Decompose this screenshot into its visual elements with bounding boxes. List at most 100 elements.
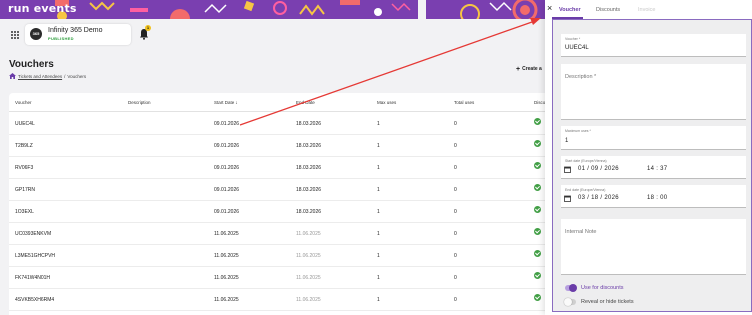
column-header-description[interactable]: Description: [128, 100, 151, 105]
cell-end-date: 18.03.2026: [296, 187, 322, 193]
reveal-hide-tickets-toggle[interactable]: [564, 298, 576, 306]
table-row[interactable]: FK741W4N01H 11.06.2025 11.06.2025 1 0: [9, 267, 554, 289]
cell-voucher: RV06F3: [15, 165, 34, 171]
brand-logo[interactable]: run events: [8, 2, 77, 15]
max-uses-label: Maximum uses *: [565, 129, 591, 133]
cell-max-uses: 1: [377, 121, 380, 127]
notification-badge: 1: [145, 25, 151, 31]
cell-end-date: 18.03.2026: [296, 121, 322, 127]
column-header-start-date[interactable]: Start Date↓: [214, 100, 238, 106]
use-for-discounts-label: Use for discounts: [581, 285, 624, 291]
voucher-code-field[interactable]: Voucher * UUEC4L: [561, 34, 746, 57]
cell-max-uses: 1: [377, 253, 380, 259]
description-field[interactable]: Description *: [561, 64, 746, 120]
cell-max-uses: 1: [377, 209, 380, 215]
cell-start-date: 09.01.2026: [214, 209, 240, 215]
end-time-value: 18 : 00: [647, 195, 668, 201]
table-row[interactable]: 4SVKB5XH6RM4 11.06.2025 11.06.2025 1 0: [9, 289, 554, 311]
toggle-knob: [569, 284, 577, 292]
cell-total-uses: 0: [454, 275, 457, 281]
cell-start-date: 11.06.2025: [214, 297, 239, 303]
start-date-field[interactable]: Start date (Europe/Vienna) 01 / 09 / 202…: [561, 156, 746, 179]
table-row[interactable]: L3ME51GHCPVH 11.06.2025 11.06.2025 1 0: [9, 245, 554, 267]
internal-note-label: Internal Note: [565, 229, 597, 235]
voucher-side-panel: × Voucher Discounts Invoice Voucher * UU…: [545, 0, 752, 315]
create-voucher-label: Create a: [522, 66, 542, 72]
voucher-code-value: UUEC4L: [565, 45, 589, 51]
cell-max-uses: 1: [377, 297, 380, 303]
check-circle-icon: [534, 206, 541, 213]
check-circle-icon: [534, 272, 541, 279]
cell-max-uses: 1: [377, 143, 380, 149]
check-circle-icon: [534, 228, 541, 235]
cell-start-date: 11.06.2025: [214, 275, 239, 281]
cell-total-uses: 0: [454, 143, 457, 149]
cell-end-date: 11.06.2025: [296, 275, 321, 281]
table-row[interactable]: RV06F3 09.01.2026 18.03.2026 1 0: [9, 157, 554, 179]
cell-max-uses: 1: [377, 165, 380, 171]
plus-icon: +: [516, 66, 521, 73]
cell-end-date: 11.06.2025: [296, 231, 321, 237]
breadcrumb-tickets-link[interactable]: Tickets and Attendees: [18, 74, 62, 79]
column-header-discount[interactable]: Disco: [534, 100, 545, 105]
cell-total-uses: 0: [454, 253, 457, 259]
page-title: Vouchers: [9, 59, 54, 70]
start-time-value: 14 : 37: [647, 166, 668, 172]
cell-voucher: FK741W4N01H: [15, 275, 51, 281]
cell-voucher: 4SVKB5XH6RM4: [15, 297, 55, 303]
cell-end-date: 11.06.2025: [296, 297, 321, 303]
description-label: Description *: [565, 74, 597, 80]
tab-invoice: Invoice: [638, 7, 656, 13]
max-uses-value: 1: [565, 138, 569, 144]
internal-note-field[interactable]: Internal Note: [561, 219, 746, 275]
cell-voucher: 1O3EXL: [15, 209, 34, 215]
table-row[interactable]: GP17RN 09.01.2026 18.03.2026 1 0: [9, 179, 554, 201]
cell-voucher: UUEC4L: [15, 121, 35, 127]
cell-end-date: 18.03.2026: [296, 209, 322, 215]
breadcrumb-current: Vouchers: [67, 73, 87, 79]
home-icon[interactable]: [9, 73, 16, 79]
end-date-field[interactable]: End date (Europe/Vienna) 03 / 18 / 2026 …: [561, 185, 746, 208]
column-header-end-date[interactable]: End Date: [296, 100, 315, 105]
cell-total-uses: 0: [454, 297, 457, 303]
create-voucher-button[interactable]: + Create a: [516, 66, 542, 73]
calendar-icon[interactable]: [564, 195, 571, 202]
voucher-code-label: Voucher *: [565, 37, 581, 41]
event-selector[interactable]: 365 Infinity 365 Demo PUBLISHED: [25, 24, 131, 45]
cell-max-uses: 1: [377, 275, 380, 281]
vouchers-table: Voucher Description Start Date↓ End Date…: [9, 93, 554, 315]
calendar-icon[interactable]: [564, 166, 571, 173]
start-date-field-label: Start date (Europe/Vienna): [565, 159, 607, 163]
column-header-voucher[interactable]: Voucher: [15, 100, 32, 105]
use-for-discounts-toggle[interactable]: [565, 284, 577, 292]
event-logo: 365: [30, 28, 42, 40]
check-circle-icon: [534, 118, 541, 125]
voucher-form: Voucher * UUEC4L Description * Maximum u…: [552, 19, 752, 312]
banner-gap: [418, 0, 426, 19]
cell-end-date: 18.03.2026: [296, 143, 322, 149]
table-row[interactable]: 1O3EXL 09.01.2026 18.03.2026 1 0: [9, 201, 554, 223]
page: run events 365 Infinity 365 Demo PUBLISH…: [0, 0, 752, 315]
cell-total-uses: 0: [454, 165, 457, 171]
cell-start-date: 11.06.2025: [214, 231, 239, 237]
column-header-max-uses[interactable]: Max uses: [377, 100, 396, 105]
cell-max-uses: 1: [377, 231, 380, 237]
table-row[interactable]: T2B9LZ 09.01.2026 18.03.2026 1 0: [9, 135, 554, 157]
table-row[interactable]: UC0393ENKVM 11.06.2025 11.06.2025 1 0: [9, 223, 554, 245]
cell-start-date: 09.01.2026: [214, 121, 240, 127]
sort-down-icon: ↓: [235, 100, 238, 106]
end-date-value: 03 / 18 / 2026: [578, 195, 619, 201]
tab-voucher[interactable]: Voucher: [559, 7, 581, 13]
check-circle-icon: [534, 184, 541, 191]
table-header: Voucher Description Start Date↓ End Date…: [9, 93, 554, 112]
cell-total-uses: 0: [454, 121, 457, 127]
tab-discounts[interactable]: Discounts: [596, 7, 620, 13]
check-circle-icon: [534, 140, 541, 147]
max-uses-field[interactable]: Maximum uses * 1: [561, 126, 746, 150]
cell-total-uses: 0: [454, 231, 457, 237]
end-date-field-label: End date (Europe/Vienna): [565, 188, 606, 192]
cell-voucher: L3ME51GHCPVH: [15, 253, 56, 259]
column-header-total-uses[interactable]: Total uses: [454, 100, 474, 105]
app-grid-icon[interactable]: [11, 31, 19, 39]
table-row[interactable]: UUEC4L 09.01.2026 18.03.2026 1 0: [9, 113, 554, 135]
